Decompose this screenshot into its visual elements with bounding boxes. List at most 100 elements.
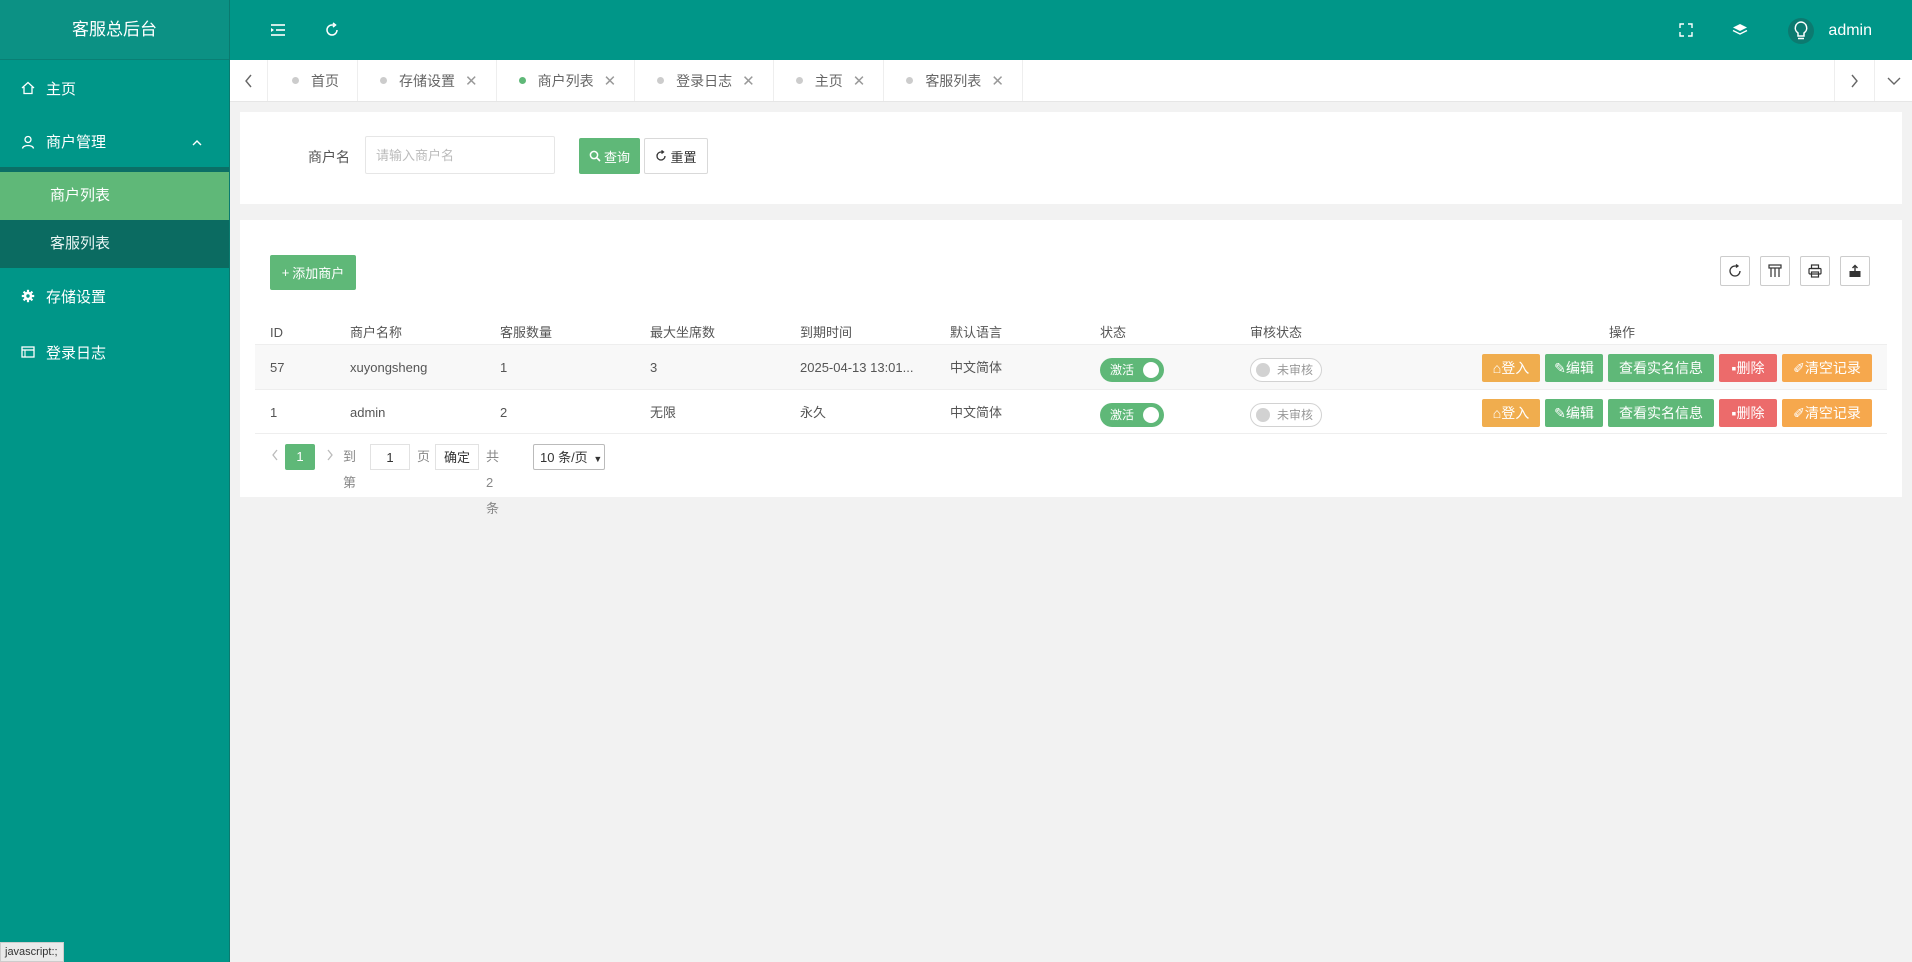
chevron-down-icon: ▼ <box>593 454 603 464</box>
search-icon <box>589 150 601 162</box>
tabs-scroll-right-button[interactable] <box>1834 60 1872 101</box>
tab-login-log[interactable]: 登录日志 ✕ <box>635 60 774 101</box>
tab-home[interactable]: 首页 <box>270 60 358 101</box>
tab-label: 登录日志 <box>676 72 733 89</box>
table-refresh-button[interactable] <box>1720 256 1750 286</box>
prev-page-button[interactable] <box>265 444 285 470</box>
add-merchant-label: 添加商户 <box>292 266 345 281</box>
next-page-button[interactable] <box>320 444 340 470</box>
goto-label: 到第 <box>343 449 357 490</box>
cell-expire-time: 永久 <box>800 405 827 420</box>
sidebar-item-login-log[interactable]: 登录日志 <box>0 324 229 380</box>
cell-agent-count: 1 <box>500 360 508 375</box>
search-panel: 商户名 查询 重置 <box>240 112 1902 204</box>
columns-icon <box>1768 264 1782 277</box>
tabs-scroll-left-button[interactable] <box>230 60 268 101</box>
gear-icon <box>20 288 36 304</box>
query-button[interactable]: 查询 <box>579 138 640 174</box>
refresh-icon <box>1729 264 1741 277</box>
app-title: 客服总后台 <box>0 0 229 60</box>
cell-max-seats: 3 <box>650 360 658 375</box>
cell-max-seats: 无限 <box>650 405 677 420</box>
edit-label: 编辑 <box>1565 405 1594 421</box>
sidebar-item-agent-list[interactable]: 客服列表 <box>0 220 229 268</box>
chevron-right-icon <box>1850 74 1858 87</box>
refresh-icon[interactable] <box>322 20 342 40</box>
delete-button[interactable]: ▪删除 <box>1719 354 1777 382</box>
tab-label: 客服列表 <box>925 72 982 89</box>
audit-label: 未审核 <box>1277 363 1314 377</box>
status-label: 激活 <box>1110 363 1135 377</box>
login-button[interactable]: ⌂登入 <box>1482 399 1540 427</box>
home-icon <box>20 80 36 96</box>
menu-toggle-icon[interactable] <box>268 20 288 40</box>
query-label: 查询 <box>603 149 630 165</box>
sidebar-item-merchant-list[interactable]: 商户列表 <box>0 172 229 220</box>
column-filter-button[interactable] <box>1760 256 1790 286</box>
chevron-left-icon <box>272 449 278 461</box>
page-size-select[interactable]: 10 条/页 ▼ <box>533 444 605 470</box>
goto-confirm-button[interactable]: 确定 <box>435 444 479 470</box>
tab-dot <box>292 77 299 84</box>
username-label: admin <box>1828 22 1872 39</box>
clear-records-button[interactable]: ✐清空记录 <box>1782 354 1872 382</box>
audit-toggle[interactable]: 未审核 <box>1250 358 1322 382</box>
clear-records-button[interactable]: ✐清空记录 <box>1782 399 1872 427</box>
tab-merchant-list[interactable]: 商户列表 ✕ <box>497 60 636 101</box>
tab-agent-list[interactable]: 客服列表 ✕ <box>884 60 1023 101</box>
merchant-submenu: 商户列表 客服列表 <box>0 172 229 268</box>
reset-button[interactable]: 重置 <box>644 138 708 174</box>
tab-storage-settings[interactable]: 存储设置 ✕ <box>358 60 497 101</box>
close-icon[interactable]: ✕ <box>465 72 478 90</box>
close-icon[interactable]: ✕ <box>604 72 617 90</box>
top-header: admin <box>230 0 1912 60</box>
status-label: 激活 <box>1110 408 1135 422</box>
sidebar-item-merchant-management[interactable]: 商户管理 <box>0 116 229 172</box>
merchant-name-input[interactable] <box>365 136 555 174</box>
view-realname-button[interactable]: 查看实名信息 <box>1608 354 1714 382</box>
print-button[interactable] <box>1800 256 1830 286</box>
status-toggle[interactable]: 激活 <box>1100 358 1164 382</box>
cell-merchant-name: xuyongsheng <box>350 360 428 375</box>
fullscreen-icon[interactable] <box>1676 20 1696 40</box>
edit-button[interactable]: ✎编辑 <box>1545 354 1603 382</box>
page-number-current[interactable]: 1 <box>285 444 315 470</box>
clear-label: 清空记录 <box>1804 405 1861 421</box>
page-tabs: 首页 存储设置 ✕ 商户列表 ✕ 登录日志 ✕ 主页 ✕ 客服列表 ✕ <box>230 60 1912 102</box>
login-button[interactable]: ⌂登入 <box>1482 354 1540 382</box>
view-realname-button[interactable]: 查看实名信息 <box>1608 399 1714 427</box>
goto-page-input[interactable]: 1 <box>370 444 410 470</box>
avatar <box>1788 18 1815 44</box>
tab-main[interactable]: 主页 ✕ <box>774 60 885 101</box>
cell-id: 1 <box>270 405 278 420</box>
delete-button[interactable]: ▪删除 <box>1719 399 1777 427</box>
tabs-menu-button[interactable] <box>1874 60 1912 101</box>
tab-list: 首页 存储设置 ✕ 商户列表 ✕ 登录日志 ✕ 主页 ✕ 客服列表 ✕ <box>270 60 1023 101</box>
tab-dot <box>518 77 526 84</box>
tab-label: 主页 <box>814 72 843 89</box>
audit-toggle[interactable]: 未审核 <box>1250 403 1322 427</box>
close-icon[interactable]: ✕ <box>742 72 755 90</box>
layers-icon[interactable] <box>1730 20 1750 40</box>
edit-button[interactable]: ✎编辑 <box>1545 399 1603 427</box>
export-icon <box>1849 264 1861 277</box>
cell-id: 57 <box>270 360 285 375</box>
broom-icon: ✐ <box>1793 360 1805 376</box>
delete-label: 删除 <box>1736 405 1765 421</box>
sidebar-item-storage-settings[interactable]: 存储设置 <box>0 268 229 324</box>
export-button[interactable] <box>1840 256 1870 286</box>
toggle-knob <box>1143 362 1159 378</box>
add-merchant-button[interactable]: + 添加商户 <box>270 255 356 290</box>
close-icon[interactable]: ✕ <box>853 72 866 90</box>
sidebar-item-home[interactable]: 主页 <box>0 60 229 116</box>
close-icon[interactable]: ✕ <box>991 72 1004 90</box>
login-label: 登入 <box>1501 405 1530 421</box>
user-menu[interactable]: admin <box>1788 18 1872 44</box>
status-toggle[interactable]: 激活 <box>1100 403 1164 427</box>
table-row: 57 xuyongsheng 1 3 2025-04-13 13:01... 中… <box>255 344 1887 389</box>
edit-label: 编辑 <box>1565 360 1594 376</box>
chevron-down-icon <box>1887 77 1900 85</box>
sidebar-item-label: 商户管理 <box>46 134 107 151</box>
merchant-table-panel: + 添加商户 ID 商户名称 客服数量 最大坐席数 到期时间 默认语言 状态 审… <box>240 220 1902 516</box>
tab-dot <box>906 77 914 84</box>
